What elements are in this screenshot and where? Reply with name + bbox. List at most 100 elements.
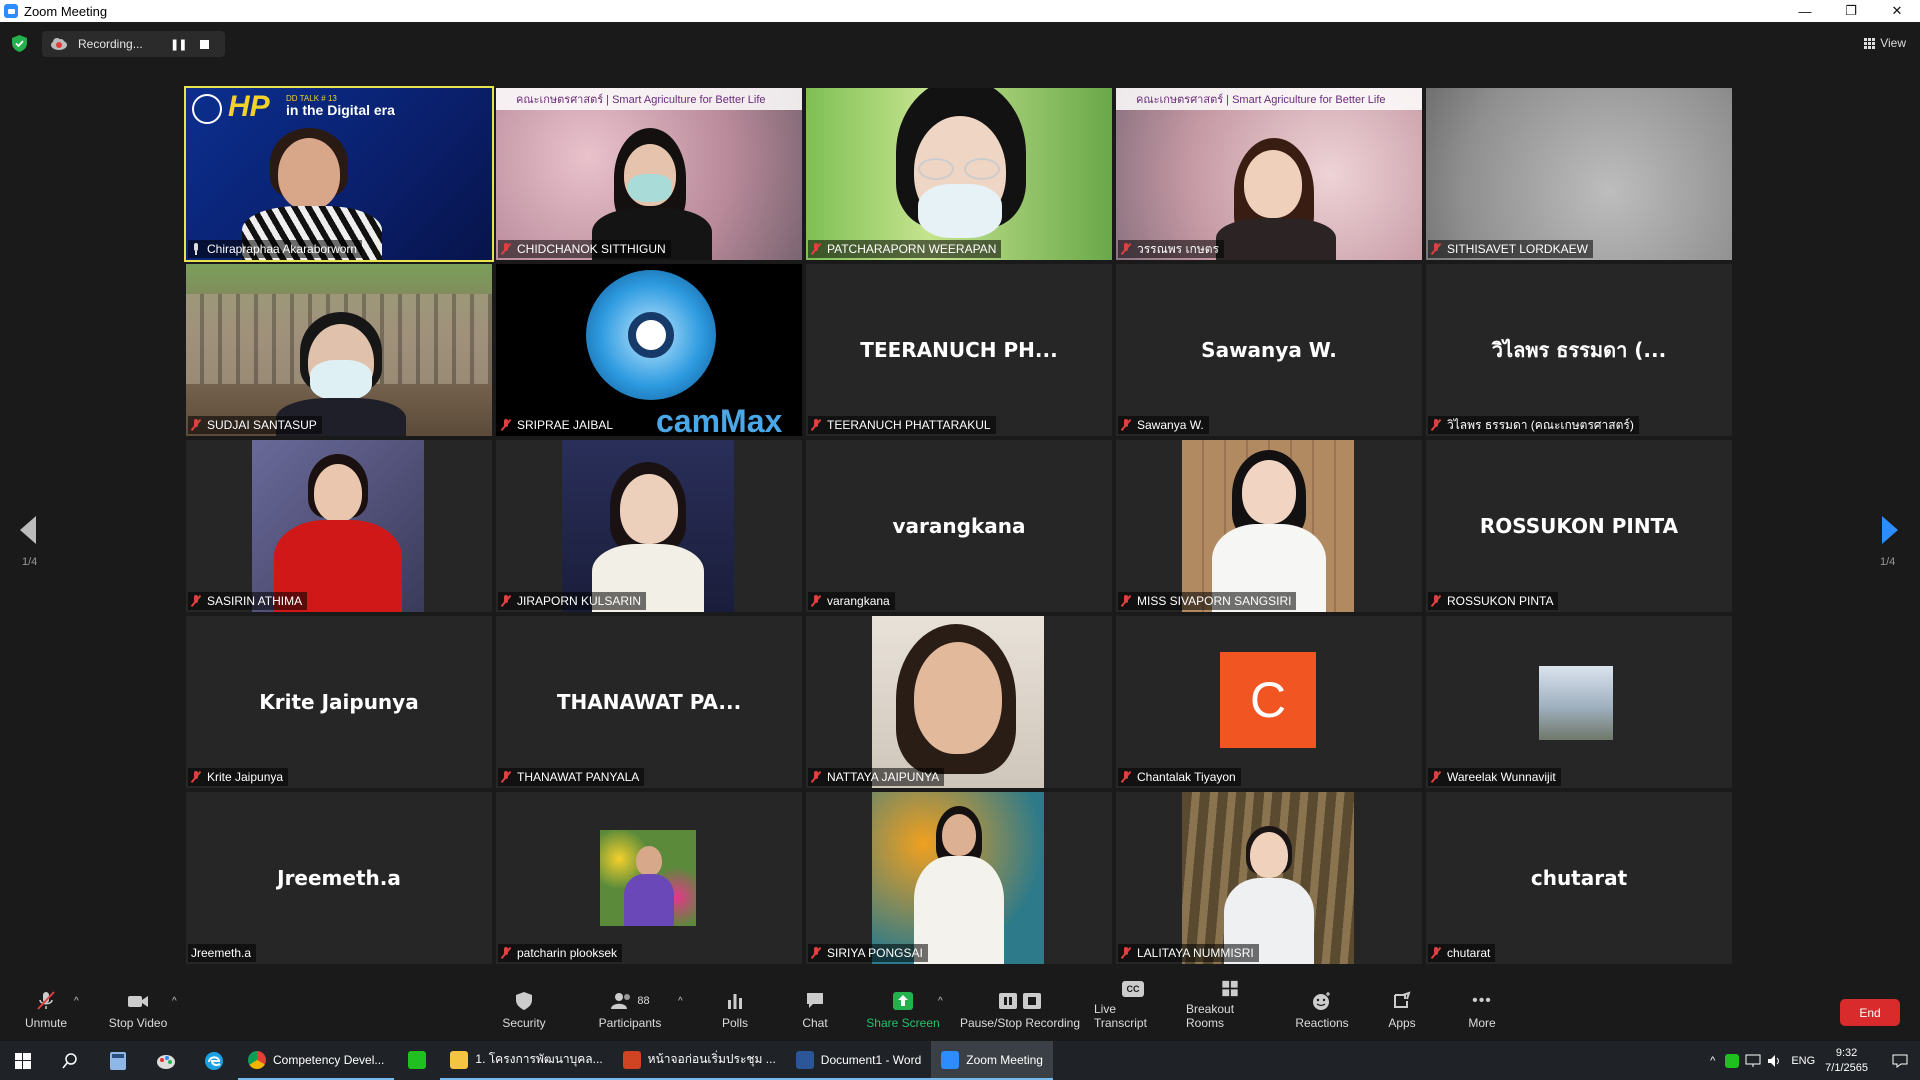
participants-count: 88 xyxy=(637,995,650,1007)
share-screen-button[interactable]: Share Screen xyxy=(866,980,940,1036)
microphone-muted-icon xyxy=(1121,243,1131,255)
participant-tile[interactable]: patcharin plooksek xyxy=(496,792,802,964)
participant-tile[interactable]: SASIRIN ATHIMA xyxy=(186,440,492,612)
chat-bubble-icon xyxy=(807,993,823,1008)
participant-name: Wareelak Wunnavijit xyxy=(1447,770,1556,784)
security-button[interactable]: Security xyxy=(500,980,548,1036)
calculator-button[interactable] xyxy=(94,1041,142,1080)
encryption-shield-icon[interactable] xyxy=(12,35,27,52)
taskbar-app[interactable]: Document1 - Word xyxy=(785,1041,932,1080)
network-icon[interactable] xyxy=(1745,1054,1761,1068)
taskbar-clock[interactable]: 9:32 7/1/2565 xyxy=(1825,1046,1868,1076)
line-tray-icon[interactable] xyxy=(1725,1053,1740,1068)
participant-tile[interactable]: SIRIYA PONGSAI xyxy=(806,792,1112,964)
taskbar-app[interactable]: หน้าจอก่อนเริ่มประชุม ... xyxy=(612,1041,786,1080)
participant-tile[interactable]: Krite Jaipunya Krite Jaipunya xyxy=(186,616,492,788)
pause-recording-icon[interactable]: ❚❚ xyxy=(170,38,187,51)
taskbar-app[interactable]: 1. โครงการพัฒนาบุคล... xyxy=(440,1041,613,1080)
participant-tile[interactable]: MISS SIVAPORN SANGSIRI xyxy=(1116,440,1422,612)
start-button[interactable] xyxy=(0,1041,46,1080)
video-options-caret-icon[interactable]: ^ xyxy=(172,996,177,1007)
more-button[interactable]: ••• More xyxy=(1468,980,1496,1036)
line-icon xyxy=(408,1050,427,1069)
microphone-muted-icon xyxy=(191,771,201,783)
participant-name: วิไลพร ธรรมดา (คณะเกษตรศาสตร์) xyxy=(1447,417,1634,432)
video-feed xyxy=(872,616,1044,788)
participant-tile[interactable]: คณะเกษตรศาสตร์ | Smart Agriculture for B… xyxy=(496,88,802,260)
participant-nameplate: SASIRIN ATHIMA xyxy=(188,592,308,610)
video-feed xyxy=(1426,88,1732,260)
view-button[interactable]: View xyxy=(1864,36,1906,50)
participants-button[interactable]: 88 Participants xyxy=(596,980,664,1036)
participant-tile[interactable]: Sawanya W. Sawanya W. xyxy=(1116,264,1422,436)
participant-nameplate: SUDJAI SANTASUP xyxy=(188,416,322,434)
powerpoint-icon xyxy=(622,1050,641,1069)
participant-nameplate: TEERANUCH PHATTARAKUL xyxy=(808,416,996,434)
taskbar-app[interactable]: Competency Devel... xyxy=(238,1041,395,1080)
input-language[interactable]: ENG xyxy=(1791,1055,1815,1067)
participant-tile[interactable]: คณะเกษตรศาสตร์ | Smart Agriculture for B… xyxy=(1116,88,1422,260)
participant-nameplate: chutarat xyxy=(1428,944,1496,962)
participant-name: Chantalak Tiyayon xyxy=(1137,770,1236,784)
volume-icon[interactable] xyxy=(1767,1054,1783,1068)
action-center-button[interactable] xyxy=(1880,1041,1920,1080)
search-button[interactable] xyxy=(46,1041,94,1080)
stop-recording-icon[interactable] xyxy=(200,39,210,49)
reactions-label: Reactions xyxy=(1295,1016,1349,1030)
microphone-muted-icon xyxy=(191,595,201,607)
participant-tile[interactable]: LALITAYA NUMMISRI xyxy=(1116,792,1422,964)
edge-button[interactable] xyxy=(190,1041,238,1080)
previous-page-arrow-icon[interactable] xyxy=(20,516,36,544)
share-options-caret-icon[interactable]: ^ xyxy=(938,996,943,1007)
paint-app-button[interactable] xyxy=(142,1041,190,1080)
next-page-arrow-icon[interactable] xyxy=(1882,516,1898,544)
participant-tile[interactable]: PATCHARAPORN WEERAPAN xyxy=(806,88,1112,260)
zoom-app-icon xyxy=(4,4,18,18)
video-feed: camMax xyxy=(496,264,802,436)
participant-tile[interactable]: JIRAPORN KULSARIN xyxy=(496,440,802,612)
reactions-smiley-icon xyxy=(1313,992,1330,1010)
polls-button[interactable]: Polls xyxy=(716,980,754,1036)
participant-tile[interactable]: THANAWAT PA... THANAWAT PANYALA xyxy=(496,616,802,788)
more-dots-icon: ••• xyxy=(1472,992,1492,1009)
audio-options-caret-icon[interactable]: ^ xyxy=(74,996,79,1007)
participant-tile[interactable]: ROSSUKON PINTA ROSSUKON PINTA xyxy=(1426,440,1732,612)
pause-stop-recording-button[interactable]: Pause/Stop Recording xyxy=(958,980,1082,1036)
taskbar-app[interactable] xyxy=(394,1041,440,1080)
recording-label: Recording... xyxy=(78,37,143,51)
participant-tile[interactable]: chutarat chutarat xyxy=(1426,792,1732,964)
stop-video-button[interactable]: Stop Video xyxy=(106,980,170,1036)
unmute-button[interactable]: Unmute xyxy=(18,980,74,1036)
taskbar-app-label: 1. โครงการพัฒนาบุคล... xyxy=(475,1052,603,1066)
participant-tile[interactable]: TEERANUCH PH... TEERANUCH PHATTARAKUL xyxy=(806,264,1112,436)
share-screen-label: Share Screen xyxy=(866,1016,940,1030)
microphone-muted-icon xyxy=(1121,419,1131,431)
apps-button[interactable]: Apps xyxy=(1388,980,1416,1036)
breakout-rooms-button[interactable]: Breakout Rooms xyxy=(1186,980,1274,1036)
tray-expand-chevron-icon[interactable]: ^ xyxy=(1710,1055,1715,1067)
participant-display-name: TEERANUCH PH... xyxy=(860,338,1058,362)
participant-tile[interactable]: Wareelak Wunnavijit xyxy=(1426,616,1732,788)
close-button[interactable]: ✕ xyxy=(1874,0,1920,22)
page-indicator-left: 1/4 xyxy=(22,556,38,568)
live-transcript-button[interactable]: CC Live Transcript xyxy=(1094,980,1172,1036)
participant-tile[interactable]: NATTAYA JAIPUNYA xyxy=(806,616,1112,788)
minimize-button[interactable]: — xyxy=(1782,0,1828,22)
participant-tile[interactable]: HP DD TALK # 13 in the Digital era Chira… xyxy=(184,86,494,262)
participant-tile[interactable]: Jreemeth.a Jreemeth.a xyxy=(186,792,492,964)
taskbar-app[interactable]: Zoom Meeting xyxy=(931,1041,1053,1080)
reactions-button[interactable]: Reactions xyxy=(1294,980,1350,1036)
banner-subtitle: in the Digital era xyxy=(286,102,395,118)
participant-tile[interactable]: SITHISAVET LORDKAEW xyxy=(1426,88,1732,260)
end-meeting-button[interactable]: End xyxy=(1840,999,1900,1026)
participant-name: SUDJAI SANTASUP xyxy=(207,418,317,432)
participant-tile[interactable]: วิไลพร ธรรมดา (... วิไลพร ธรรมดา (คณะเกษ… xyxy=(1426,264,1732,436)
participant-tile[interactable]: varangkana varangkana xyxy=(806,440,1112,612)
restore-button[interactable]: ❐ xyxy=(1828,0,1874,22)
participant-tile[interactable]: camMax SRIPRAE JAIBAL xyxy=(496,264,802,436)
participants-caret-icon[interactable]: ^ xyxy=(678,996,683,1007)
participant-tile[interactable]: C Chantalak Tiyayon xyxy=(1116,616,1422,788)
chat-label: Chat xyxy=(802,1016,828,1030)
chat-button[interactable]: Chat xyxy=(796,980,834,1036)
participant-tile[interactable]: SUDJAI SANTASUP xyxy=(186,264,492,436)
